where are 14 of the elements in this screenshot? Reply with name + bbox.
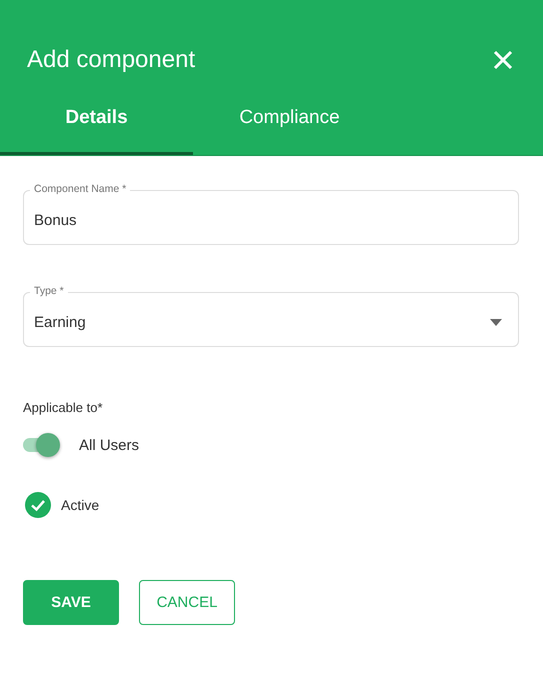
checkbox-label: Active [61,497,100,513]
cancel-button[interactable]: CANCEL [139,580,235,625]
save-button[interactable]: SAVE [23,580,119,625]
toggle-label: All Users [79,436,140,454]
field-label: Type * [30,285,68,298]
tab[interactable]: Compliance [193,90,386,155]
field-label: Component Name * [30,183,130,196]
tab[interactable]: Details [0,90,193,155]
toggle-switch[interactable] [23,433,61,457]
dropdown-caret-icon [490,319,502,326]
checkbox[interactable] [25,492,51,518]
applicable-label: Applicable to* [23,400,104,415]
close-button[interactable] [491,48,515,72]
dialog-title: Add component [27,46,196,74]
